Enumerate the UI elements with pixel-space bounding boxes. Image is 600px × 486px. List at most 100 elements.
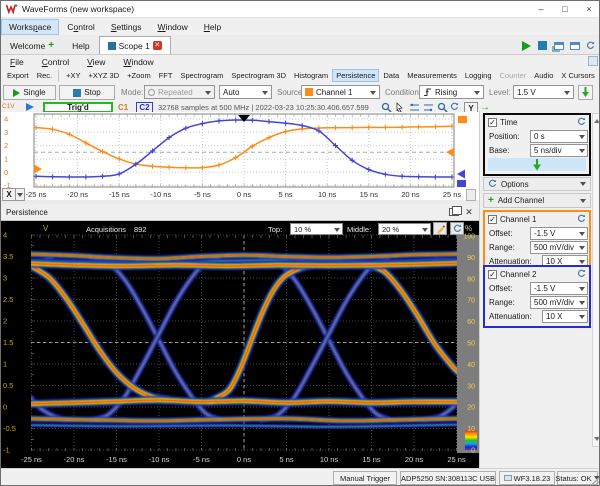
toolbar-item-xyz-3d[interactable]: +XYZ 3D [85, 69, 124, 82]
toolbar-item-export[interactable]: Export [3, 69, 33, 82]
toolbar-item-persistence[interactable]: Persistence [332, 69, 379, 82]
trigger-mode-select[interactable]: Auto [219, 85, 272, 99]
toolbar-item-histogram[interactable]: Histogram [290, 69, 332, 82]
device-badge[interactable]: ADP5250 SN:308113C USB [400, 471, 496, 485]
float-window-icon[interactable] [588, 56, 598, 66]
scope-x-tick: 0 ns [237, 190, 251, 199]
scope-menu-item-file[interactable]: File [1, 55, 33, 69]
clear-persistence-button[interactable] [433, 222, 447, 235]
menu-item-help[interactable]: Help [196, 19, 229, 35]
pct-axis-unit: % [465, 224, 472, 233]
menu-item-control[interactable]: Control [59, 19, 102, 35]
time-checkbox[interactable]: ✓ [488, 118, 497, 127]
cascade-windows-icon[interactable] [552, 39, 565, 52]
refresh-plot-icon[interactable] [450, 102, 459, 111]
toolbar-item-fft[interactable]: FFT [155, 69, 177, 82]
pct-tick: 60 [467, 319, 475, 326]
resize-grip[interactable] [591, 477, 599, 485]
scope-menu-item-view[interactable]: View [78, 55, 114, 69]
single-button[interactable]: Single [3, 85, 56, 100]
tile-windows-icon[interactable] [568, 39, 581, 52]
condition-select[interactable]: Rising [419, 85, 484, 99]
ch2-offset-value: -1.5 V [534, 284, 555, 293]
scroll-up-icon[interactable] [594, 116, 600, 123]
position-select[interactable]: 0 s [530, 130, 588, 143]
toolbar-item-logging[interactable]: Logging [461, 69, 496, 82]
axis-settings-button[interactable] [466, 189, 476, 201]
pct-tick: 100 [463, 234, 475, 241]
time-settings-icon[interactable] [577, 117, 586, 128]
toolbar-item-audio[interactable]: Audio [530, 69, 557, 82]
ch1-range-select[interactable]: 500 mV/div [530, 241, 588, 254]
stop-all-icon[interactable] [536, 39, 549, 52]
close-button[interactable]: × [577, 1, 600, 17]
scope-menu-item-window[interactable]: Window [114, 55, 162, 69]
top-select[interactable]: 10 % [290, 223, 343, 235]
scope-x-tick: -20 ns [67, 190, 88, 199]
close-panel-icon[interactable]: ✕ [462, 207, 476, 218]
options-gear-icon [488, 179, 497, 190]
pct-tick: 80 [467, 276, 475, 283]
options-button[interactable]: Options [483, 177, 591, 191]
toolbar-item-x-cursors[interactable]: X Cursors [557, 69, 598, 82]
base-select[interactable]: 5 ns/div [530, 144, 588, 157]
toolbar-item-spectrogram-3d[interactable]: Spectrogram 3D [227, 69, 290, 82]
menu-item-workspace[interactable]: Workspace [1, 19, 59, 35]
ch1-range-label: Range: [489, 243, 515, 252]
ch1-offset-select[interactable]: -1.5 V [530, 227, 588, 240]
toolbar-item-xy[interactable]: +XY [62, 69, 84, 82]
channel-1-settings-icon[interactable] [577, 214, 586, 225]
time-box: ✓Time Position:0 s Base:5 ns/div [483, 113, 591, 176]
version-badge[interactable]: WF3.18.23 [499, 471, 555, 485]
tab-welcome-label: Welcome [10, 41, 45, 51]
manual-trigger-button[interactable]: Manual Trigger [333, 471, 397, 485]
panel-scrollbar[interactable] [592, 113, 600, 447]
add-tab-icon[interactable]: + [48, 40, 54, 51]
channel-1-checkbox[interactable]: ✓ [488, 215, 497, 224]
level-auto-button[interactable] [578, 85, 593, 100]
menu-item-window[interactable]: Window [150, 19, 196, 35]
channel-2-checkbox[interactable]: ✓ [488, 270, 497, 279]
toolbar-item-zoom[interactable]: +Zoom [123, 69, 155, 82]
ch2-attenuation-select[interactable]: 10 X [542, 310, 588, 323]
tab-help[interactable]: Help [63, 36, 98, 54]
mode-select[interactable]: Repeated [144, 85, 215, 99]
scroll-down-icon[interactable] [594, 437, 600, 444]
toolbar-item-spectrogram[interactable]: Spectrogram [176, 69, 227, 82]
condition-value: Rising [435, 88, 457, 97]
toolbar-item-measurements[interactable]: Measurements [403, 69, 461, 82]
close-tab-icon[interactable]: ✕ [153, 41, 162, 50]
channel-2-right-marker [457, 180, 466, 187]
menu-item-settings[interactable]: Settings [103, 19, 150, 35]
persistence-settings-icon[interactable] [450, 222, 464, 235]
green-down-arrow-icon [532, 159, 542, 171]
persistence-x-tick: 15 ns [362, 455, 381, 464]
toolbar-item-data[interactable]: Data [379, 69, 403, 82]
pct-tick: 50 [467, 341, 475, 348]
persistence-y-tick: 3.5 [3, 252, 13, 261]
middle-select[interactable]: 20 % [378, 223, 431, 235]
ch2-range-select[interactable]: 500 mV/div [530, 296, 588, 309]
x-axis-dropdown-icon[interactable] [16, 188, 25, 201]
toolbar-item-rec[interactable]: Rec. [33, 69, 59, 82]
time-drop-zone[interactable] [488, 158, 586, 171]
tab-scope-1[interactable]: Scope 1✕ [99, 36, 171, 54]
maximize-button[interactable]: □ [553, 1, 577, 17]
persistence-y-tick: 3 [3, 274, 7, 283]
settings-gear-icon[interactable] [584, 39, 597, 52]
ch2-offset-select[interactable]: -1.5 V [530, 282, 588, 295]
x-axis-button[interactable]: X [2, 188, 25, 201]
ch2-offset-label: Offset: [489, 284, 512, 293]
tab-welcome[interactable]: Welcome+ [1, 36, 63, 54]
minimize-button[interactable]: – [529, 1, 553, 17]
persistence-y-tick: 0.5 [3, 381, 13, 390]
stop-button[interactable]: Stop [59, 85, 115, 100]
level-select[interactable]: 1.5 V [513, 85, 574, 99]
channel-2-settings-icon[interactable] [577, 269, 586, 280]
float-panel-icon[interactable] [449, 208, 459, 216]
add-channel-button[interactable]: +Add Channel [483, 193, 591, 208]
run-all-icon[interactable] [520, 39, 533, 52]
status-ok-label: Status: OK [555, 474, 591, 483]
scope-menu-item-control[interactable]: Control [33, 55, 78, 69]
source-select[interactable]: Channel 1 [301, 85, 380, 99]
